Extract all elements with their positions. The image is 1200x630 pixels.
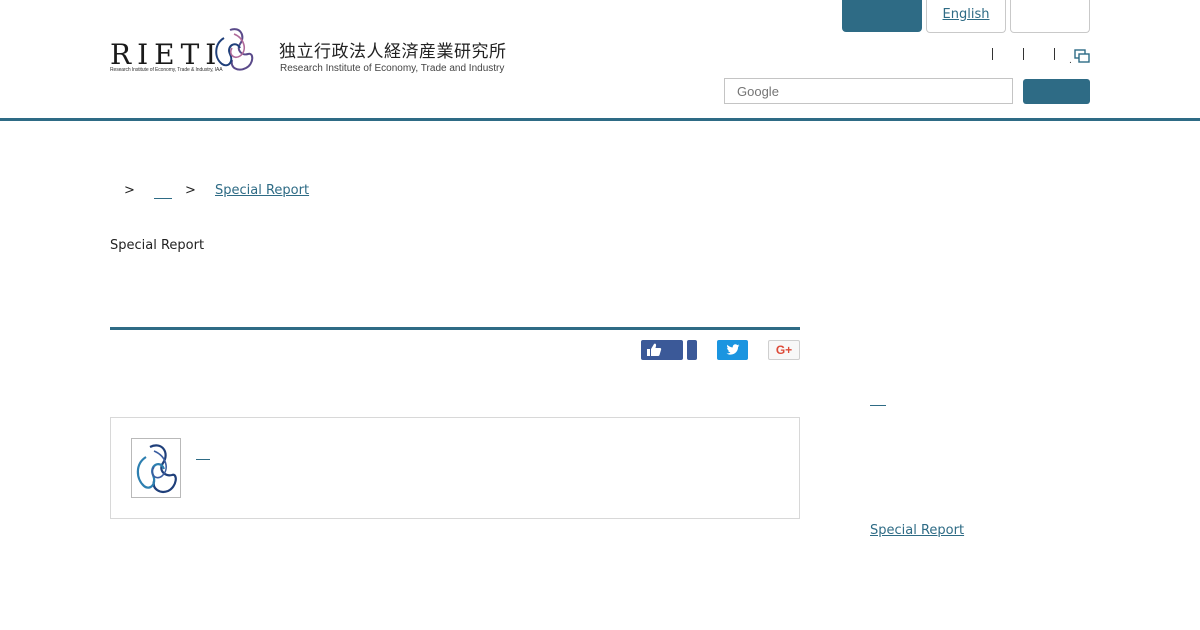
utility-separator xyxy=(1054,48,1055,60)
top-third-button[interactable] xyxy=(1010,0,1090,33)
twitter-bird-icon xyxy=(726,344,740,355)
sidebar-link[interactable] xyxy=(870,396,886,406)
thumbs-up-icon xyxy=(647,343,662,356)
article-card xyxy=(110,417,800,519)
utility-links: . xyxy=(990,48,1090,66)
article-link[interactable] xyxy=(196,456,210,460)
breadcrumb-link-home[interactable] xyxy=(154,183,172,199)
org-name-japanese: 独立行政法人経済産業研究所 xyxy=(279,42,507,62)
window-icon[interactable] xyxy=(1074,49,1090,63)
search-input[interactable] xyxy=(724,78,1013,104)
english-link[interactable]: English xyxy=(943,7,990,22)
logo-wordmark: RIETI xyxy=(110,38,223,71)
facebook-like-button[interactable] xyxy=(641,340,683,360)
breadcrumb-separator: > xyxy=(185,183,196,198)
article-thumbnail[interactable] xyxy=(131,438,181,498)
utility-separator xyxy=(992,48,993,60)
utility-dot: . xyxy=(1069,56,1072,66)
logo-mark-icon xyxy=(215,28,254,71)
search-button[interactable] xyxy=(1023,79,1090,104)
rieti-logo[interactable]: RIETI Research Institute of Economy, Tra… xyxy=(110,24,260,76)
org-name-english: Research Institute of Economy, Trade and… xyxy=(280,63,505,74)
english-button[interactable]: English xyxy=(926,0,1006,33)
facebook-like-count xyxy=(687,340,697,360)
breadcrumb-separator: > xyxy=(124,183,135,198)
twitter-share-button[interactable] xyxy=(717,340,748,360)
utility-separator xyxy=(1023,48,1024,60)
top-primary-button[interactable] xyxy=(842,0,922,32)
content-divider xyxy=(110,327,800,330)
sidebar-link-special-report[interactable]: Special Report xyxy=(870,523,964,538)
googleplus-share-button[interactable]: G+ xyxy=(768,340,800,360)
rieti-mark-icon xyxy=(136,444,177,493)
logo-tagline: Research Institute of Economy, Trade & I… xyxy=(110,67,223,73)
site-header: RIETI Research Institute of Economy, Tra… xyxy=(0,0,1200,121)
breadcrumb-link-special-report[interactable]: Special Report xyxy=(215,183,309,198)
page-title: Special Report xyxy=(110,238,205,253)
